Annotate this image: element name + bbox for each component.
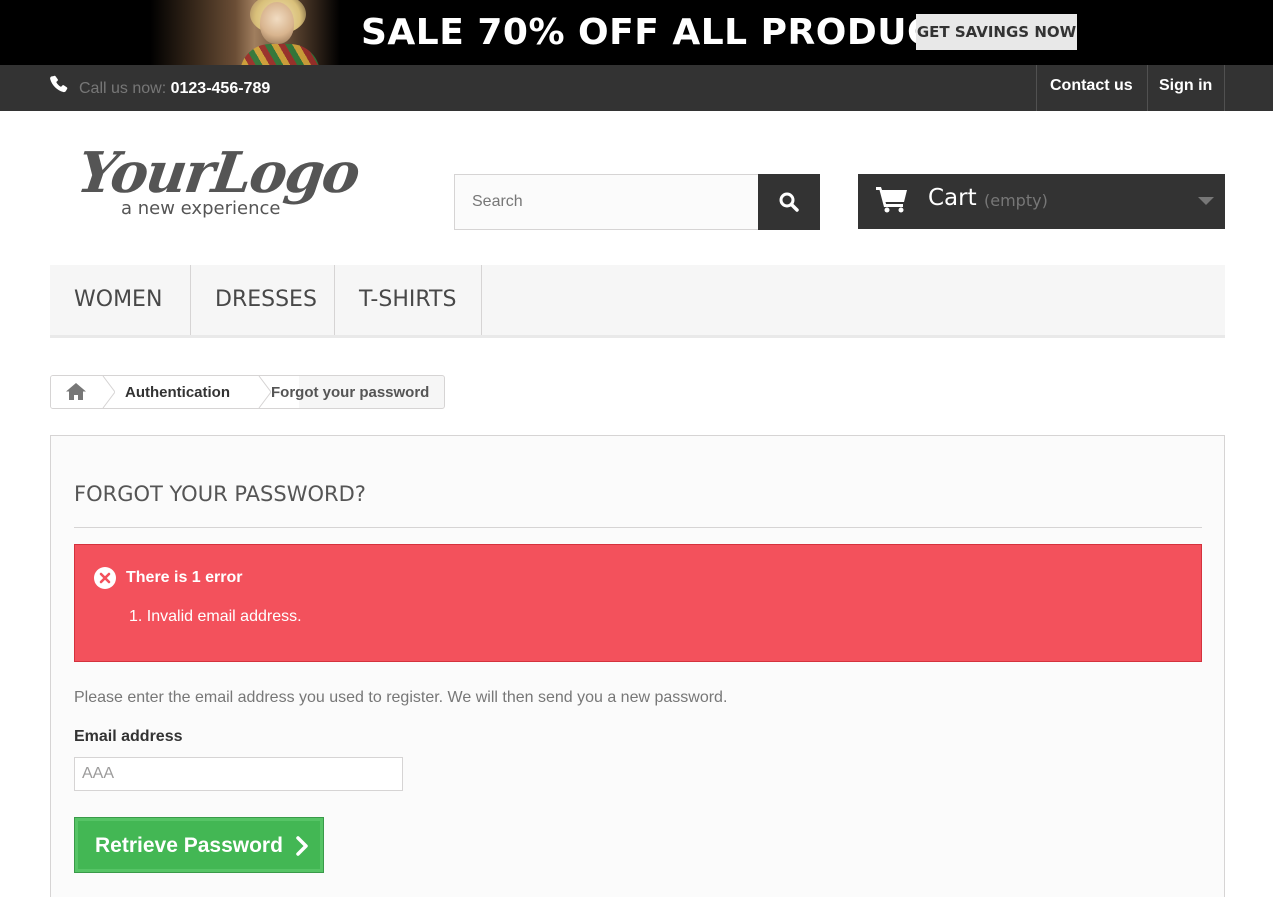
promo-headline: SALE 70% OFF ALL PRODUCTS: [361, 12, 986, 53]
logo-wordmark: YourLogo: [73, 140, 363, 206]
menu-item-label: DRESSES: [215, 287, 317, 312]
retrieve-password-label: Retrieve Password: [95, 834, 283, 857]
error-title: There is 1 error: [126, 569, 243, 586]
menu-item-t-shirts[interactable]: T-SHIRTS: [335, 265, 482, 335]
logo-tagline: a new experience: [121, 198, 281, 219]
menu-item-label: T-SHIRTS: [359, 287, 457, 312]
call-us-label: Call us now:: [79, 80, 171, 97]
menu-item-women[interactable]: WOMEN: [50, 265, 191, 335]
topbar-divider: [1224, 65, 1225, 111]
search-bar: [454, 174, 820, 230]
cart-status: (empty): [984, 191, 1048, 210]
cart-label: Cart: [928, 185, 977, 211]
forgot-password-panel: FORGOT YOUR PASSWORD? There is 1 error 1…: [50, 435, 1225, 897]
search-icon: [779, 192, 799, 212]
promo-banner[interactable]: SALE 70% OFF ALL PRODUCTS GET SAVINGS NO…: [0, 0, 1273, 65]
promo-model-face: [260, 2, 294, 44]
home-icon: [66, 383, 86, 400]
retrieve-password-button[interactable]: Retrieve Password: [74, 817, 324, 873]
heading-divider: [74, 527, 1202, 528]
shopping-cart-icon: [876, 187, 907, 213]
email-field[interactable]: [74, 757, 403, 791]
breadcrumb-separator: [102, 376, 115, 408]
menu-item-label: WOMEN: [74, 287, 163, 312]
cart-button[interactable]: Cart (empty): [858, 174, 1225, 229]
promo-model-dress: [240, 44, 320, 65]
error-message: 1. Invalid email address.: [129, 608, 302, 625]
chevron-right-icon: [296, 836, 308, 856]
error-alert: There is 1 error 1. Invalid email addres…: [74, 544, 1202, 662]
page-title: FORGOT YOUR PASSWORD?: [74, 482, 366, 506]
promo-model-image: [150, 0, 340, 65]
instructions-text: Please enter the email address you used …: [74, 689, 728, 706]
sign-in-link[interactable]: Sign in: [1159, 77, 1212, 95]
site-logo[interactable]: YourLogo a new experience: [73, 140, 378, 224]
get-savings-button[interactable]: GET SAVINGS NOW: [916, 14, 1077, 50]
breadcrumb-separator: [247, 376, 271, 408]
menu-item-dresses[interactable]: DRESSES: [191, 265, 335, 335]
main-menu: WOMEN DRESSES T-SHIRTS: [50, 265, 1225, 338]
search-input[interactable]: [454, 174, 759, 230]
call-us-text: Call us now: 0123-456-789: [79, 80, 270, 98]
error-circle-icon: [94, 567, 116, 589]
breadcrumb-authentication-label[interactable]: Authentication: [125, 384, 230, 401]
chevron-down-icon: [1198, 197, 1214, 205]
top-nav-bar: Call us now: 0123-456-789 Contact us Sig…: [0, 65, 1273, 111]
breadcrumb: Authentication Forgot your password: [50, 375, 445, 409]
topbar-divider: [1147, 65, 1148, 111]
phone-icon: [50, 75, 68, 93]
phone-number: 0123-456-789: [170, 80, 271, 97]
email-label: Email address: [74, 728, 183, 745]
search-button[interactable]: [758, 174, 820, 230]
breadcrumb-current-label: Forgot your password: [271, 384, 430, 401]
contact-us-link[interactable]: Contact us: [1050, 77, 1133, 95]
topbar-divider: [1036, 65, 1037, 111]
